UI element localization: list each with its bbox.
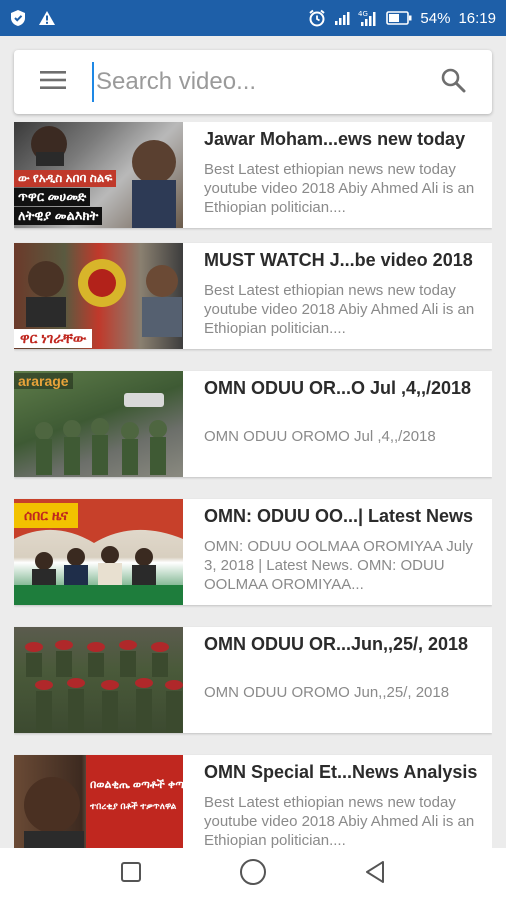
status-bar: 4G 54% 16:19 (0, 0, 506, 36)
warning-icon (38, 10, 56, 26)
svg-text:4G: 4G (358, 10, 368, 18)
video-description: OMN ODUU OROMO Jul ,4,,/2018 (204, 428, 436, 445)
video-title: OMN ODUU OR...O Jul ,4,,/2018 (204, 378, 472, 398)
video-thumbnail[interactable] (14, 627, 183, 733)
video-item[interactable]: ዋር ነገራቸው MUST WATCH J...be video 2018 Be… (14, 243, 492, 349)
video-description: OMN ODUU OROMO Jun,,25/, 2018 (204, 684, 450, 701)
video-item[interactable]: OMN ODUU OR...Jun,,25/, 2018 OMN ODUU OR… (14, 627, 492, 733)
network-signal-icon: 4G (358, 9, 378, 27)
search-bar (14, 50, 492, 114)
thumbnail-caption: ተበረቂያ በቶች ተቃጥለዋል (90, 801, 177, 811)
video-description: OMN: ODUU OOLMAA OROMIYAA July 3, 2018 |… (204, 538, 473, 593)
thumbnail-caption: ው የአዲስ አበባ ስልፍ (14, 170, 117, 187)
hamburger-menu-icon (40, 70, 66, 95)
search-button[interactable] (414, 50, 492, 114)
video-item[interactable]: ው የአዲስ አበባ ስልፍ ጥዋር መሀመድ ለትዊያ መልእክት Jawar… (14, 122, 492, 228)
video-thumbnail[interactable]: ሰበር ዜና (14, 499, 183, 605)
recent-apps-icon (120, 861, 142, 888)
clock: 16:19 (458, 9, 496, 27)
video-thumbnail[interactable]: ው የአዲስ አበባ ስልፍ ጥዋር መሀመድ ለትዊያ መልእክት (14, 122, 183, 228)
thumbnail-caption: ሰበር ዜና (14, 503, 78, 528)
video-title: MUST WATCH J...be video 2018 (204, 250, 473, 270)
search-input[interactable] (92, 62, 414, 102)
battery-percent: 54% (420, 9, 451, 27)
thumbnail-caption: በወልቂጤ ወጣቶች ቀጣ (90, 779, 183, 791)
battery-icon (386, 11, 412, 25)
video-thumbnail[interactable]: ararage (14, 371, 183, 477)
thumbnail-caption: ዋር ነገራቸው (14, 329, 93, 348)
video-title: OMN Special Et...News Analysis (204, 762, 478, 782)
thumbnail-caption: ለትዊያ መልእክት (14, 207, 103, 225)
thumbnail-caption: ararage (14, 373, 73, 389)
menu-button[interactable] (14, 50, 92, 114)
navigation-bar (0, 848, 506, 900)
back-icon (364, 860, 386, 889)
search-icon (440, 67, 466, 98)
video-title: OMN: ODUU OO...| Latest News (204, 506, 474, 526)
video-list[interactable]: ው የአዲስ አበባ ስልፍ ጥዋር መሀመድ ለትዊያ መልእክት Jawar… (14, 122, 492, 848)
home-icon (239, 858, 267, 891)
video-description: Best Latest ethiopian news new today you… (204, 161, 475, 216)
video-description: Best Latest ethiopian news new today you… (204, 794, 475, 848)
video-description: Best Latest ethiopian news new today you… (204, 282, 475, 337)
video-item[interactable]: ሰበር ዜና OMN: ODUU OO...| Latest News OMN:… (14, 499, 492, 605)
video-title: Jawar Moham...ews new today (204, 129, 466, 149)
video-thumbnail[interactable]: ዋር ነገራቸው (14, 243, 183, 349)
back-button[interactable] (351, 850, 399, 898)
alarm-icon (308, 9, 326, 27)
video-item[interactable]: ararage OMN ODUU OR...O Jul ,4,,/2018 OM… (14, 371, 492, 477)
video-thumbnail[interactable]: በወልቂጤ ወጣቶች ቀጣ ተበረቂያ በቶች ተቃጥለዋል (14, 755, 183, 848)
recent-apps-button[interactable] (107, 850, 155, 898)
shield-icon (10, 9, 26, 27)
signal-icon (334, 10, 350, 26)
thumbnail-caption: ጥዋር መሀመድ (14, 188, 91, 206)
video-item[interactable]: በወልቂጤ ወጣቶች ቀጣ ተበረቂያ በቶች ተቃጥለዋል OMN Speci… (14, 755, 492, 848)
home-button[interactable] (229, 850, 277, 898)
video-title: OMN ODUU OR...Jun,,25/, 2018 (204, 634, 469, 654)
